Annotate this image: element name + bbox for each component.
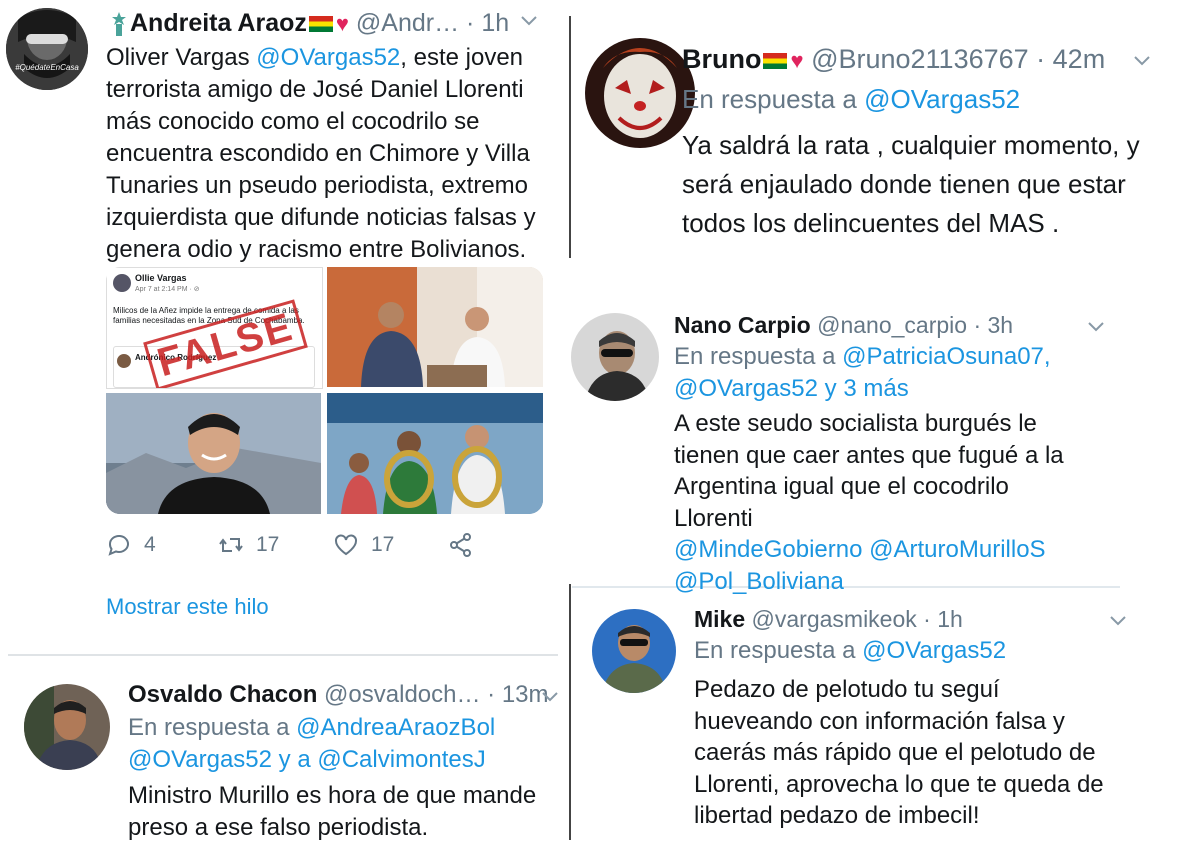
mention-link[interactable]: @OVargas52 — [674, 375, 818, 402]
like-count: 17 — [371, 533, 395, 556]
column-divider-top — [569, 16, 571, 258]
text-part: A este seudo socialista burgués le tiene… — [674, 410, 1064, 532]
display-name[interactable]: Osvaldo Chacon — [128, 681, 317, 708]
tweet-text: Oliver Vargas @OVargas52, este joven ter… — [106, 42, 556, 266]
share-action[interactable] — [448, 532, 474, 558]
chevron-down-icon[interactable] — [540, 686, 560, 711]
text-part: , este joven terrorista amigo de José Da… — [106, 44, 536, 263]
retweet-action[interactable]: 17 — [218, 532, 279, 558]
embedded-author: Ollie Vargas — [135, 273, 187, 283]
show-thread-link[interactable]: Mostrar este hilo — [106, 594, 269, 620]
text-part: Oliver Vargas — [106, 44, 257, 71]
tweet-header: Osvaldo Chacon @osvaldoch… · 13m — [128, 680, 549, 710]
like-icon — [335, 534, 357, 556]
chevron-down-icon[interactable] — [519, 10, 539, 35]
mention-link[interactable]: @OVargas52 — [256, 44, 400, 71]
chevron-down-icon[interactable] — [1132, 50, 1152, 75]
media-grid[interactable]: Ollie Vargas Apr 7 at 2:14 PM · ⊘ Milico… — [106, 267, 543, 514]
handle[interactable]: @osvaldoch… — [324, 681, 480, 708]
display-name[interactable]: Mike — [694, 606, 745, 632]
heart-icon: ♥ — [335, 11, 349, 36]
tweet-text: Pedazo de pelotudo tu seguí hueveando co… — [694, 676, 1104, 829]
avatar[interactable] — [571, 313, 659, 401]
avatar-photo — [571, 313, 659, 401]
mention-link[interactable]: @PatriciaOsuna07, — [842, 343, 1050, 370]
handle[interactable]: @vargasmikeok — [752, 606, 917, 632]
mention-link[interactable]: @OVargas52 — [862, 637, 1006, 664]
avatar[interactable] — [585, 38, 695, 148]
share-icon — [450, 533, 471, 557]
media-image-portrait[interactable] — [106, 393, 321, 514]
media-image-group[interactable] — [327, 393, 543, 514]
retweet-icon — [219, 538, 243, 552]
display-name[interactable]: Andreita Araoz — [130, 9, 307, 37]
separator-left — [8, 654, 558, 656]
timestamp[interactable]: · 3h — [973, 312, 1013, 338]
tweet-text: A este seudo socialista burgués le tiene… — [674, 408, 1094, 597]
chevron-down-icon[interactable] — [1108, 610, 1128, 635]
avatar-photo — [6, 8, 88, 90]
reply-context: En respuesta a @OVargas52 — [682, 83, 1020, 115]
tweet-text: Ya saldrá la rata , cualquier momento, y… — [682, 130, 1140, 238]
statue-liberty-icon — [108, 10, 130, 36]
media-image-fake-post[interactable]: Ollie Vargas Apr 7 at 2:14 PM · ⊘ Milico… — [106, 267, 323, 389]
tweet-text: Ministro Murillo es hora de que mande pr… — [128, 782, 537, 841]
timestamp[interactable]: · 1h — [466, 9, 509, 37]
avatar[interactable] — [592, 609, 676, 693]
tweet-header: Andreita Araoz ♥ @Andr… · 1h — [108, 8, 509, 39]
reply-prefix: En respuesta a — [682, 84, 865, 114]
reply-and: y a — [272, 746, 318, 773]
mention-link[interactable]: @ArturoMurilloS — [869, 536, 1045, 563]
bolivia-flag-icon — [763, 53, 788, 69]
display-name[interactable]: Bruno — [682, 44, 761, 74]
tweet-header: Nano Carpio @nano_carpio · 3h — [674, 310, 1013, 340]
mention-link[interactable]: @Pol_Boliviana — [674, 568, 844, 595]
embedded-date: Apr 7 at 2:14 PM · ⊘ — [135, 286, 200, 293]
retweet-count: 17 — [256, 533, 280, 556]
reply-icon — [108, 534, 129, 556]
handle[interactable]: @Andr… — [356, 9, 459, 37]
heart-icon: ♥ — [790, 48, 804, 73]
avatar[interactable] — [24, 684, 110, 770]
avatar[interactable]: #QuédateEnCasa — [6, 8, 88, 90]
media-image-meeting[interactable] — [327, 267, 543, 387]
display-name[interactable]: Nano Carpio — [674, 312, 811, 338]
reply-prefix: En respuesta a — [128, 714, 297, 741]
tweet-header: Mike @vargasmikeok · 1h — [694, 604, 963, 634]
timestamp[interactable]: · 42m — [1036, 44, 1105, 74]
embedded-avatar — [113, 274, 131, 292]
reply-context: En respuesta a @PatriciaOsuna07, @OVarga… — [674, 341, 1051, 405]
mention-link[interactable]: @CalvimontesJ — [317, 746, 485, 773]
embedded-quote-avatar — [117, 354, 131, 368]
chevron-down-icon[interactable] — [1086, 316, 1106, 341]
avatar-badge: #QuédateEnCasa — [15, 63, 79, 72]
like-action[interactable]: 17 — [333, 532, 394, 558]
reply-prefix: En respuesta a — [674, 343, 843, 370]
mention-link[interactable]: @MindeGobierno — [674, 536, 862, 563]
avatar-photo — [585, 38, 695, 148]
bolivia-flag-icon — [308, 16, 333, 32]
reply-count: 4 — [144, 533, 156, 556]
handle[interactable]: @Bruno21136767 — [811, 44, 1029, 74]
mention-link[interactable]: @AndreaAraozBol — [296, 714, 495, 741]
more-mentions-link[interactable]: y 3 más — [818, 375, 909, 402]
reply-action[interactable]: 4 — [106, 532, 156, 558]
reply-prefix: En respuesta a — [694, 637, 863, 664]
tweet-header: Bruno ♥ @Bruno21136767 · 42m — [682, 44, 1105, 76]
column-divider-bottom — [569, 584, 571, 840]
reply-context: En respuesta a @OVargas52 — [694, 635, 1006, 667]
timestamp[interactable]: · 1h — [923, 606, 963, 632]
mention-link[interactable]: @OVargas52 — [864, 84, 1020, 114]
mention-link[interactable]: @OVargas52 — [128, 746, 272, 773]
reply-context: En respuesta a @AndreaAraozBol @OVargas5… — [128, 712, 495, 776]
handle[interactable]: @nano_carpio — [817, 312, 967, 338]
avatar-photo — [592, 609, 676, 693]
avatar-photo — [24, 684, 110, 770]
